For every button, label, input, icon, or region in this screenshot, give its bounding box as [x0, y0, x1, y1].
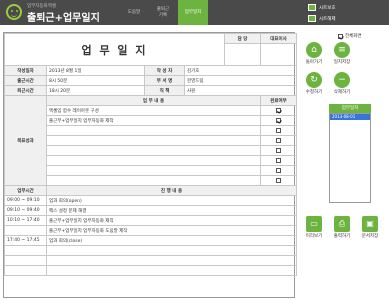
goal-task[interactable]: [45, 175, 262, 186]
top-bar: 업무자동화엑셀 출퇴근+업무일지 도움말 출퇴근 기록 업무일지 시트보호 시트…: [0, 0, 389, 25]
field-label: 부 서 명: [144, 75, 185, 86]
checkbox[interactable]: [276, 167, 282, 173]
unprotect-sheet-button[interactable]: 시트해제: [308, 14, 336, 23]
floppy-icon: ▣: [362, 216, 378, 232]
goal-task[interactable]: [45, 145, 262, 156]
log-time-header: 업무시간: [4, 185, 47, 196]
checkbox[interactable]: [276, 107, 282, 113]
log-time[interactable]: 09:00 ~ 09:10: [4, 195, 47, 206]
goal-task[interactable]: 출근부+업무일지 업무자동화 제작: [45, 115, 262, 126]
preview-button[interactable]: ▭ 미리보기: [302, 216, 326, 239]
checkbox[interactable]: [276, 157, 282, 163]
log-time[interactable]: [4, 245, 47, 256]
dept-value[interactable]: 헌영드림: [183, 75, 298, 86]
log-detail[interactable]: [45, 255, 298, 266]
log-detail[interactable]: 출근부+업무일지 업무자동화 제작: [45, 215, 298, 226]
log-time[interactable]: 10:10 ~ 17:40: [4, 215, 47, 226]
approval-cell[interactable]: [260, 43, 298, 66]
field-label: 작 성 자: [144, 65, 185, 76]
save-log-button[interactable]: ≡ 일지저장: [330, 42, 354, 65]
done-checkbox[interactable]: [260, 175, 298, 186]
log-detail[interactable]: 팩스 설정 문제 해결: [45, 205, 298, 216]
log-time[interactable]: [4, 225, 47, 236]
done-checkbox[interactable]: [260, 145, 298, 156]
writer-value[interactable]: 김기호: [183, 65, 298, 76]
checkbox[interactable]: [276, 137, 282, 143]
goal-task[interactable]: [45, 165, 262, 176]
rank-value[interactable]: 사원: [183, 85, 298, 96]
checkbox[interactable]: [276, 117, 282, 123]
tab-work-log[interactable]: 업무일지: [178, 0, 208, 25]
refresh-icon: ↻: [306, 72, 322, 88]
save-document-button[interactable]: ▣ 문서저장: [358, 216, 382, 239]
done-checkbox[interactable]: [260, 115, 298, 126]
checkbox[interactable]: [276, 127, 282, 133]
field-label: 작성일자: [4, 65, 47, 76]
checkbox[interactable]: [276, 147, 282, 153]
log-list-header: 업무일지: [329, 104, 371, 113]
log-detail[interactable]: 업과 회의(close): [45, 235, 298, 246]
list-item[interactable]: 2013-08-01: [330, 114, 370, 120]
save-icon: [308, 4, 316, 11]
goal-task[interactable]: [45, 135, 262, 146]
log-time[interactable]: [4, 265, 47, 276]
goal-label: 목표성과: [4, 95, 47, 186]
back-button[interactable]: ⌂ 돌아가기: [302, 42, 326, 65]
date-value[interactable]: 2013년 8월 1일: [46, 65, 145, 76]
log-detail[interactable]: 업과 회의(open): [45, 195, 298, 206]
fullscreen-toggle[interactable]: 전체화면: [338, 33, 362, 39]
home-icon: ⌂: [306, 42, 322, 58]
approval-header-manager: 담 당: [224, 33, 262, 44]
log-time[interactable]: 09:10 ~ 09:40: [4, 205, 47, 216]
goal-task[interactable]: [45, 125, 262, 136]
log-listbox[interactable]: 2013-08-01: [329, 113, 371, 203]
log-list-panel: 업무일지 2013-08-01: [329, 104, 371, 203]
done-checkbox[interactable]: [260, 105, 298, 116]
protect-sheet-button[interactable]: 시트보호: [308, 3, 336, 12]
goal-task[interactable]: 엑셀입 함수 레이아웃 구성: [45, 105, 262, 116]
monitor-icon: ▭: [306, 216, 322, 232]
checkbox[interactable]: [276, 177, 282, 183]
done-checkbox[interactable]: [260, 165, 298, 176]
tab-attendance[interactable]: 출퇴근 기록: [148, 0, 178, 25]
minus-icon: −: [334, 72, 350, 88]
log-time[interactable]: [4, 255, 47, 266]
app-title: 출퇴근+업무일지: [27, 13, 100, 24]
approval-header-ceo: 대표이사: [260, 33, 298, 44]
save-icon: [308, 15, 316, 22]
checkbox[interactable]: [338, 33, 343, 39]
approval-cell[interactable]: [224, 43, 262, 66]
edit-button[interactable]: ↻ 수정하기: [302, 72, 326, 95]
work-log-sheet: 업 무 일 지 담 당 대표이사 작성일자 2013년 8월 1일 작 성 자 김기호…: [3, 32, 298, 298]
log-time[interactable]: 17:40 ~ 17:45: [4, 235, 47, 246]
log-detail-header: 진 행 내 용: [45, 185, 298, 196]
field-label: 퇴근시간: [4, 85, 47, 96]
page-title: 업 무 일 지: [3, 33, 226, 66]
field-label: 출근시간: [4, 75, 47, 86]
printer-icon: ⎙: [334, 216, 350, 232]
log-detail[interactable]: [45, 265, 298, 276]
done-checkbox[interactable]: [260, 135, 298, 146]
goal-task[interactable]: [45, 155, 262, 166]
list-icon: ≡: [334, 42, 350, 58]
tab-help[interactable]: 도움말: [121, 0, 147, 25]
print-button[interactable]: ⎙ 출력하기: [330, 216, 354, 239]
goal-task-header: 업 무 내 용: [45, 95, 262, 106]
check-in-value[interactable]: 8시 50분: [46, 75, 145, 86]
check-out-value[interactable]: 18시 20분: [46, 85, 145, 96]
smiley-logo-icon: [6, 4, 22, 20]
delete-button[interactable]: − 삭제하기: [330, 72, 354, 95]
log-detail[interactable]: 출근부+업무일지 업무자동화 도움말 제작: [45, 225, 298, 236]
log-detail[interactable]: [45, 245, 298, 256]
goal-done-header: 완료여부: [260, 95, 298, 106]
field-label: 직 책: [144, 85, 185, 96]
done-checkbox[interactable]: [260, 155, 298, 166]
done-checkbox[interactable]: [260, 125, 298, 136]
